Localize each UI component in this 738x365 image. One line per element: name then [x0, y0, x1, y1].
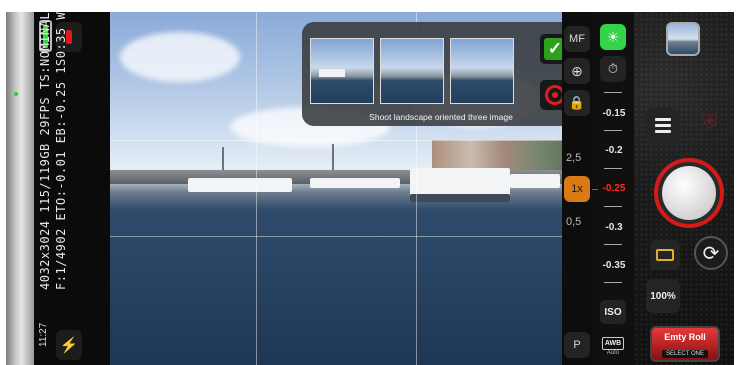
- gallery-thumbnail[interactable]: [666, 22, 700, 56]
- zoom-percent-button[interactable]: 100%: [646, 279, 680, 313]
- ferry-boat: [188, 178, 292, 192]
- undo-icon: [545, 85, 562, 105]
- zoom-level-1x[interactable]: 1x: [564, 176, 590, 202]
- film-roll-button[interactable]: Emty Roll SELECT ONE: [650, 326, 720, 362]
- shield-icon[interactable]: ⛨: [698, 112, 722, 138]
- ev-current-value: -0.25: [602, 183, 626, 194]
- awb-mode: Auto: [606, 350, 620, 356]
- ferry-boat: [310, 178, 400, 188]
- metal-edge: [6, 12, 34, 365]
- panorama-panel: ✓ Shoot landscape oriented three image: [302, 22, 562, 126]
- ev-tick: [604, 206, 622, 207]
- flash-off-icon: ⚡: [59, 337, 79, 354]
- grid-line: [110, 236, 562, 237]
- clock: 11:27: [38, 322, 49, 347]
- list-icon: [655, 129, 671, 133]
- ev-value: -0.15: [602, 108, 626, 119]
- thumbnail-boat: [319, 69, 345, 77]
- ferry-boat: [510, 174, 560, 188]
- ev-tick: [604, 282, 622, 283]
- awb-label: AWB: [602, 337, 624, 350]
- zoom-level-2-5[interactable]: 2,5: [566, 152, 581, 164]
- ev-tick: [604, 130, 622, 131]
- zoom-level-0-5[interactable]: 0,5: [566, 216, 581, 228]
- exposure-info-line: F:1/4902 ETO:-0.01 EB:-0.25 1S0:35 WB:52…: [54, 12, 68, 290]
- grid-line: [110, 140, 562, 141]
- roll-title: Emty Roll: [664, 332, 706, 342]
- settings-column: MF ⊕ 🔒 2,5 1x 0,5 P: [562, 12, 592, 365]
- panel-caption: Shoot landscape oriented three image: [369, 112, 513, 122]
- thumbnail-1[interactable]: [310, 38, 374, 104]
- confirm-button[interactable]: ✓: [540, 34, 562, 64]
- ev-value: -0.3: [605, 222, 623, 233]
- grid-line: [256, 12, 257, 365]
- iso-button[interactable]: ISO: [600, 300, 626, 324]
- ev-value: -0.35: [602, 260, 626, 271]
- list-icon: [655, 117, 671, 121]
- panorama-button[interactable]: [650, 240, 680, 270]
- flash-button[interactable]: ⚡: [56, 330, 82, 360]
- menu-list-button[interactable]: [646, 108, 680, 142]
- control-panel: ⛨ ⟳ 100% Emty Roll SELECT ONE: [634, 12, 734, 365]
- exposure-column[interactable]: ☀ ⏱ -0.15 -0.2 -0.25 -0.3 -0.35 ISO AWB …: [592, 12, 634, 365]
- roll-action: SELECT ONE: [662, 350, 708, 358]
- camera-app: 4032x3024 115/119GB 29FPS TS:NOMINAL F:1…: [6, 12, 734, 365]
- ev-tick: [604, 168, 622, 169]
- list-icon: [655, 123, 671, 127]
- timer-icon[interactable]: ⏱: [600, 56, 626, 82]
- zoom-in-icon[interactable]: ⊕: [564, 58, 590, 84]
- lock-icon[interactable]: 🔒: [564, 90, 590, 116]
- rotate-icon: ⟳: [702, 242, 720, 265]
- ferry-hull: [410, 194, 510, 202]
- brightness-icon[interactable]: ☀: [600, 24, 626, 50]
- thumbnail-2[interactable]: [380, 38, 444, 104]
- viewfinder[interactable]: ✓ Shoot landscape oriented three image: [110, 12, 562, 365]
- program-mode-button[interactable]: P: [564, 332, 590, 358]
- capture-info-line: 4032x3024 115/119GB 29FPS TS:NOMINAL: [38, 12, 52, 290]
- ev-value: -0.2: [605, 145, 623, 156]
- cloud: [120, 32, 240, 82]
- checkmark-icon: ✓: [544, 38, 562, 60]
- panorama-icon: [656, 249, 674, 261]
- info-bar: 4032x3024 115/119GB 29FPS TS:NOMINAL F:1…: [34, 12, 110, 365]
- ev-tick: [604, 92, 622, 93]
- ev-tick: [604, 244, 622, 245]
- awb-button[interactable]: AWB Auto: [601, 332, 625, 356]
- shutter-button[interactable]: [654, 158, 724, 228]
- focus-mode-button[interactable]: MF: [564, 26, 590, 52]
- retake-button[interactable]: [540, 80, 562, 110]
- status-dot: [14, 92, 18, 96]
- switch-camera-button[interactable]: ⟳: [694, 236, 728, 270]
- thumbnail-3[interactable]: [450, 38, 514, 104]
